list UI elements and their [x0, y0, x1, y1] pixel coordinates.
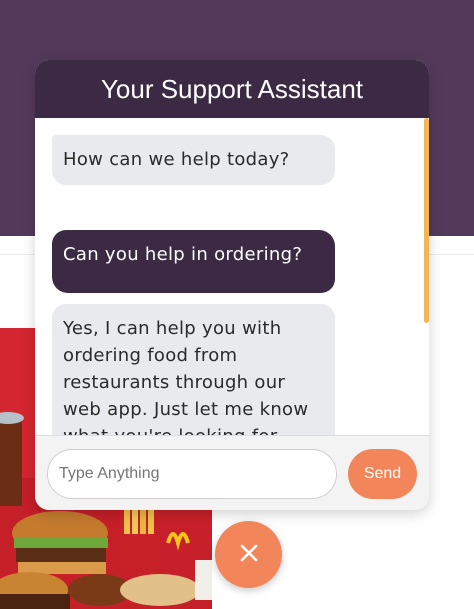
close-icon [239, 543, 259, 566]
chat-input-bar: Send [35, 435, 429, 510]
bot-message: How can we help today? [52, 135, 335, 185]
send-button[interactable]: Send [348, 449, 417, 499]
chat-message-input[interactable] [47, 449, 337, 499]
user-message: Can you help in ordering? [52, 230, 335, 293]
chat-messages[interactable]: How can we help today? Can you help in o… [35, 118, 429, 435]
close-chat-button[interactable] [215, 521, 282, 588]
chat-widget: Your Support Assistant How can we help t… [35, 60, 429, 510]
chat-header: Your Support Assistant [35, 60, 429, 118]
bot-message: Yes, I can help you with ordering food f… [52, 304, 335, 435]
chat-scrollbar[interactable] [424, 118, 429, 323]
chat-title: Your Support Assistant [100, 73, 364, 104]
